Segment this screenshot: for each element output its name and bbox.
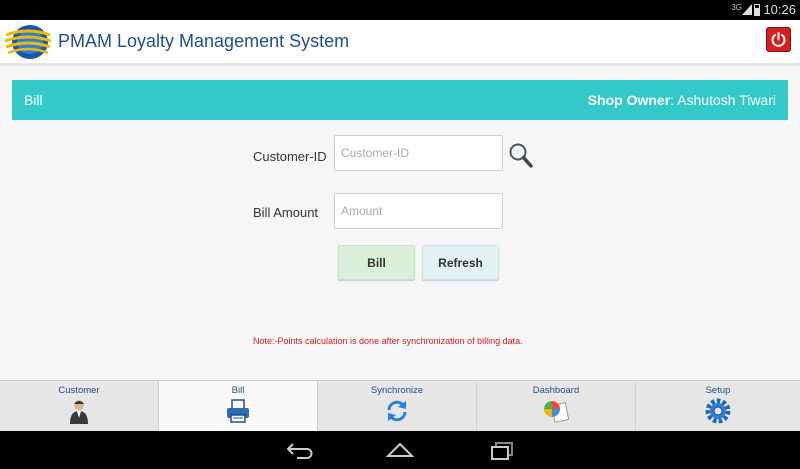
power-button[interactable] bbox=[766, 27, 791, 52]
tab-label: Synchronize bbox=[370, 385, 424, 396]
sync-icon bbox=[387, 400, 407, 422]
customer-id-input[interactable] bbox=[334, 135, 503, 171]
system-nav-bar bbox=[0, 431, 800, 469]
tab-bill[interactable]: Bill bbox=[159, 381, 318, 432]
customer-id-label: Customer-ID bbox=[253, 149, 327, 164]
bill-amount-input[interactable] bbox=[334, 193, 503, 229]
tab-customer[interactable]: Customer bbox=[0, 381, 159, 432]
gear-icon bbox=[705, 398, 731, 424]
status-bar: 3G 10:26 bbox=[0, 0, 800, 20]
logo-icon bbox=[4, 25, 52, 59]
section-title: Bill bbox=[24, 92, 43, 108]
refresh-button[interactable]: Refresh bbox=[422, 245, 499, 280]
tab-label: Customer bbox=[58, 385, 100, 396]
tab-dashboard[interactable]: Dashboard bbox=[477, 381, 636, 432]
bill-amount-label: Bill Amount bbox=[253, 205, 319, 220]
section-banner: Bill Shop Owner: Ashutosh Tiwari bbox=[12, 80, 788, 120]
shop-owner-label: Shop Owner bbox=[587, 92, 671, 108]
dashboard-chart-icon bbox=[544, 401, 569, 423]
tab-synchronize[interactable]: Synchronize bbox=[318, 381, 477, 432]
customer-icon bbox=[70, 400, 88, 424]
search-icon[interactable] bbox=[508, 142, 534, 170]
sync-note: Note:-Points calculation is done after s… bbox=[253, 336, 523, 346]
shop-owner-name: Ashutosh Tiwari bbox=[677, 92, 776, 108]
home-icon[interactable] bbox=[385, 440, 415, 460]
app-title: PMAM Loyalty Management System bbox=[58, 31, 350, 51]
clock: 10:26 bbox=[763, 2, 796, 17]
bottom-tab-bar: Customer Bill Synchronize Dashboard Setu… bbox=[0, 380, 800, 432]
power-icon bbox=[771, 32, 786, 47]
shop-owner: Shop Owner: Ashutosh Tiwari bbox=[588, 92, 776, 108]
signal-icon bbox=[742, 4, 752, 15]
battery-icon bbox=[754, 4, 760, 16]
tab-label: Setup bbox=[705, 385, 731, 396]
back-icon[interactable] bbox=[285, 440, 315, 460]
recent-apps-icon[interactable] bbox=[487, 440, 517, 460]
tab-label: Bill bbox=[231, 385, 245, 396]
tab-setup[interactable]: Setup bbox=[636, 381, 800, 432]
app-header: PMAM Loyalty Management System bbox=[0, 20, 800, 66]
tab-label: Dashboard bbox=[532, 385, 580, 396]
shop-owner-separator: : bbox=[670, 92, 675, 108]
printer-icon bbox=[227, 399, 249, 423]
network-type: 3G bbox=[731, 3, 742, 12]
bill-button[interactable]: Bill bbox=[338, 245, 415, 280]
